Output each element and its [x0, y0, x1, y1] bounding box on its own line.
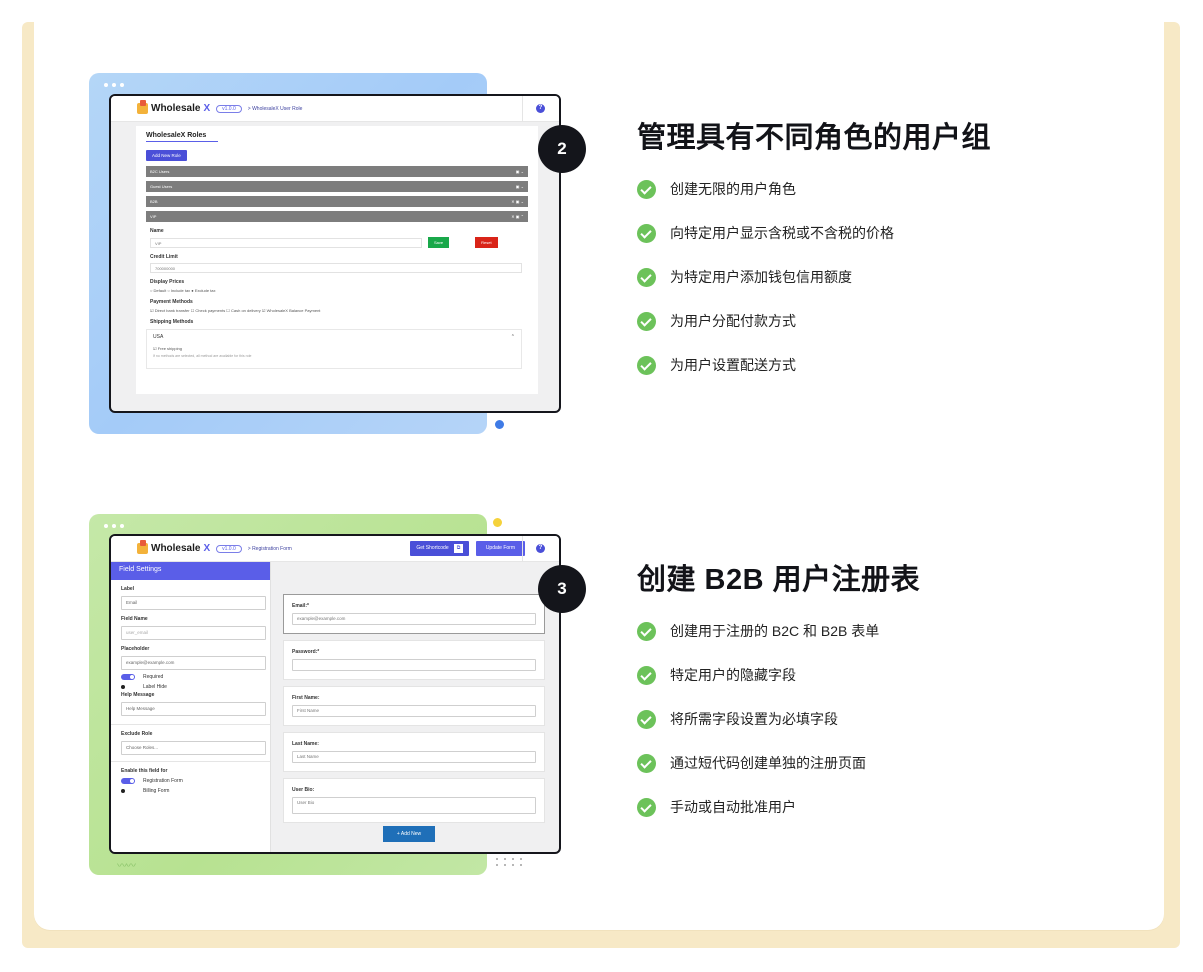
credit-label: Credit Limit [150, 254, 178, 260]
role-row-guest[interactable]: Guest Users ▣ ⌄ [146, 181, 528, 192]
placeholder-input[interactable]: example@example.com [121, 656, 266, 670]
add-new-field-button[interactable]: + Add New [383, 826, 435, 842]
list-item: 手动或自动批准用户 [637, 785, 879, 829]
save-button[interactable]: Save [428, 237, 450, 248]
display-prices-label: Display Prices [150, 279, 185, 285]
list-item: 为用户分配付款方式 [637, 299, 894, 343]
shipping-label: Shipping Methods [150, 319, 194, 325]
last-name-field[interactable]: Last Name [292, 751, 536, 763]
decor-dot [493, 518, 502, 527]
first-name-field[interactable]: First Name [292, 705, 536, 717]
label-hide-toggle[interactable]: Label Hide [121, 684, 270, 690]
last-name-field-box[interactable]: Last Name: Last Name [283, 732, 545, 772]
help-icon[interactable]: ? [536, 104, 545, 113]
window-dots [104, 524, 124, 528]
breadcrumb[interactable]: > WholesaleX User Role [248, 106, 303, 112]
role-row-vip[interactable]: VIP ✕ ▣ ⌃ [146, 211, 528, 222]
check-icon [637, 355, 656, 375]
user-bio-field[interactable]: User Bio [292, 797, 536, 814]
password-field-box[interactable]: Password:* [283, 640, 545, 680]
payment-label: Payment Methods [150, 299, 193, 305]
registration-window: Wholesale X v1.0.0 > Registration Form Ge… [109, 534, 561, 854]
payment-options[interactable]: ☑ Direct bank transfer ☐ Check payments … [150, 308, 538, 313]
list-item: 创建用于注册的 B2C 和 B2B 表单 [637, 609, 879, 653]
exclude-role-label: Exclude Role [121, 731, 153, 737]
free-shipping-checkbox[interactable]: ☑ Free shipping [153, 346, 515, 351]
section-2-title: 管理具有不同角色的用户组 [637, 122, 992, 154]
copy-icon[interactable]: ⧉ [454, 544, 463, 553]
roles-title: WholesaleX Roles [146, 132, 207, 139]
app-topbar: Wholesale X v1.0.0 > Registration Form Ge… [111, 536, 559, 562]
user-bio-field-box[interactable]: User Bio: User Bio [283, 778, 545, 823]
password-field[interactable] [292, 659, 536, 671]
registration-form-preview: Email:* example@example.com Password:* Fi… [283, 594, 545, 829]
check-icon [637, 753, 656, 773]
field-name-input[interactable]: user_email [121, 626, 266, 640]
help-message-label: Help Message [121, 692, 155, 698]
check-icon [637, 223, 656, 243]
check-icon [637, 709, 656, 729]
decor-dot [495, 420, 504, 429]
list-item: 为特定用户添加钱包信用额度 [637, 255, 894, 299]
add-role-button[interactable]: Add New Role [146, 150, 187, 161]
list-item: 向特定用户显示含税或不含税的价格 [637, 211, 894, 255]
decor-wave: 〰〰 [117, 861, 136, 872]
list-item: 为用户设置配送方式 [637, 343, 894, 387]
reset-button[interactable]: Reset [475, 237, 498, 248]
display-prices-options[interactable]: ○ Default ○ Include tax ● Exclude tax [150, 288, 538, 293]
check-icon [637, 311, 656, 331]
field-name-label: Field Name [121, 616, 148, 622]
section-3-features: 创建用于注册的 B2C 和 B2B 表单 特定用户的隐藏字段 将所需字段设置为必… [637, 609, 879, 829]
roles-content: WholesaleX Roles Add New Role B2C Users ▣… [136, 126, 538, 394]
list-item: 将所需字段设置为必填字段 [637, 697, 879, 741]
billing-form-toggle[interactable]: Billing Form [121, 788, 270, 794]
placeholder-label: Placeholder [121, 646, 150, 652]
version-badge: v1.0.0 [216, 544, 242, 553]
shipping-zone[interactable]: USA [153, 334, 163, 340]
name-input[interactable]: VIP [150, 237, 422, 248]
enable-field-label: Enable this field for [121, 768, 168, 774]
list-item: 通过短代码创建单独的注册页面 [637, 741, 879, 785]
app-topbar: Wholesale X v1.0.0 > WholesaleX User Role… [111, 96, 559, 122]
registration-form-toggle[interactable]: Registration Form [121, 778, 270, 784]
update-form-button[interactable]: Update Form [475, 541, 525, 556]
shipping-note: If no methods are selected, all method a… [153, 354, 252, 358]
check-icon [637, 267, 656, 287]
section-2-features: 创建无限的用户角色 向特定用户显示含税或不含税的价格 为特定用户添加钱包信用额度… [637, 167, 894, 387]
check-icon [637, 179, 656, 199]
role-row-b2c[interactable]: B2C Users ▣ ⌄ [146, 166, 528, 177]
required-toggle[interactable]: Required [121, 674, 270, 680]
help-icon[interactable]: ? [536, 544, 545, 553]
email-field-box[interactable]: Email:* example@example.com [283, 594, 545, 634]
section-3-title: 创建 B2B 用户注册表 [637, 564, 921, 596]
version-badge: v1.0.0 [216, 104, 242, 113]
check-icon [637, 665, 656, 685]
credit-input[interactable]: 700000000 [150, 263, 522, 273]
step-badge-2: 2 [538, 125, 586, 173]
step-badge-3: 3 [538, 565, 586, 613]
window-dots [104, 83, 124, 87]
wholesalex-logo: Wholesale X [137, 100, 210, 114]
check-icon [637, 621, 656, 641]
first-name-field-box[interactable]: First Name: First Name [283, 686, 545, 726]
help-message-input[interactable]: Help Message [121, 702, 266, 716]
field-settings-sidebar: Field Settings Label Email Field Name us… [111, 562, 271, 852]
roles-window: Wholesale X v1.0.0 > WholesaleX User Role… [109, 94, 561, 413]
list-item: 创建无限的用户角色 [637, 167, 894, 211]
role-row-b2b[interactable]: B2B ✕ ▣ ⌄ [146, 196, 528, 207]
field-settings-title: Field Settings [111, 562, 270, 580]
exclude-role-select[interactable]: Choose Roles... [121, 741, 266, 755]
get-shortcode-button[interactable]: Get Shortcode ⧉ [410, 541, 469, 556]
check-icon [637, 797, 656, 817]
list-item: 特定用户的隐藏字段 [637, 653, 879, 697]
email-field[interactable]: example@example.com [292, 613, 536, 625]
wholesalex-logo: Wholesale X [137, 540, 210, 554]
decor-dots-grid [493, 856, 525, 868]
label-input[interactable]: Email [121, 596, 266, 610]
breadcrumb[interactable]: > Registration Form [248, 546, 292, 552]
label-label: Label [121, 586, 135, 592]
